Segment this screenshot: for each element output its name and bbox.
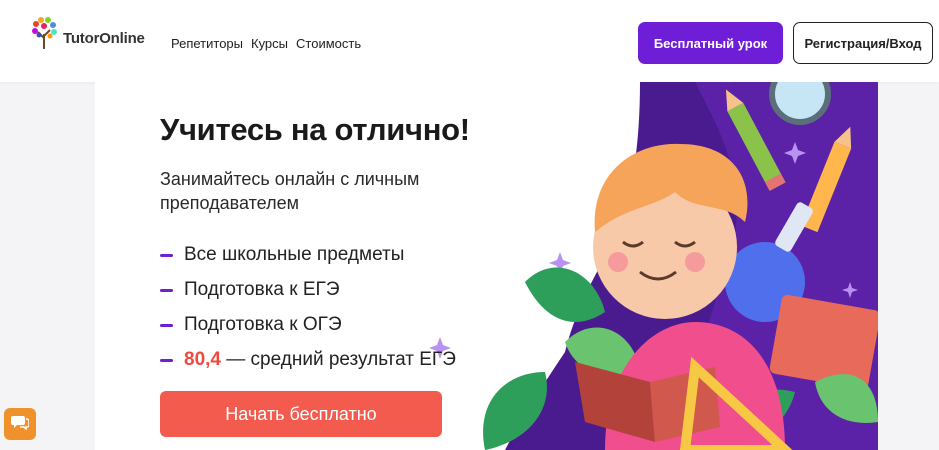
free-lesson-button[interactable]: Бесплатный урок — [638, 22, 783, 64]
feature-item: Все школьные предметы — [160, 243, 456, 278]
site-header: TutorOnline Репетиторы Курсы Стоимость Б… — [0, 0, 939, 82]
chat-icon — [11, 414, 30, 435]
average-score: 80,4 — [184, 349, 221, 370]
nav-tutors[interactable]: Репетиторы — [171, 36, 243, 51]
feature-item-stat: 80,4 — средний результат ЕГЭ — [160, 348, 456, 383]
feature-text: Все школьные предметы — [184, 244, 405, 265]
hero-subtitle: Занимайтесь онлайн с личным преподавател… — [160, 169, 420, 213]
hero-title: Учитесь на отлично! — [160, 112, 470, 147]
logo[interactable]: TutorOnline — [30, 16, 145, 50]
nav-pricing[interactable]: Стоимость — [296, 36, 361, 51]
start-free-button[interactable]: Начать бесплатно — [160, 391, 442, 437]
feature-text: Подготовка к ЕГЭ — [184, 279, 340, 300]
feature-text: Подготовка к ОГЭ — [184, 314, 342, 335]
feature-text: — средний результат ЕГЭ — [220, 349, 456, 370]
feature-list: Все школьные предметы Подготовка к ЕГЭ П… — [160, 243, 456, 383]
register-login-button[interactable]: Регистрация/Вход — [793, 22, 933, 64]
main-nav: Репетиторы Курсы Стоимость — [171, 36, 361, 51]
nav-courses[interactable]: Курсы — [251, 36, 288, 51]
logo-text: TutorOnline — [63, 30, 145, 47]
feature-item: Подготовка к ЕГЭ — [160, 278, 456, 313]
tree-logo-icon — [30, 16, 60, 50]
chat-button[interactable] — [4, 408, 36, 440]
feature-item: Подготовка к ОГЭ — [160, 313, 456, 348]
